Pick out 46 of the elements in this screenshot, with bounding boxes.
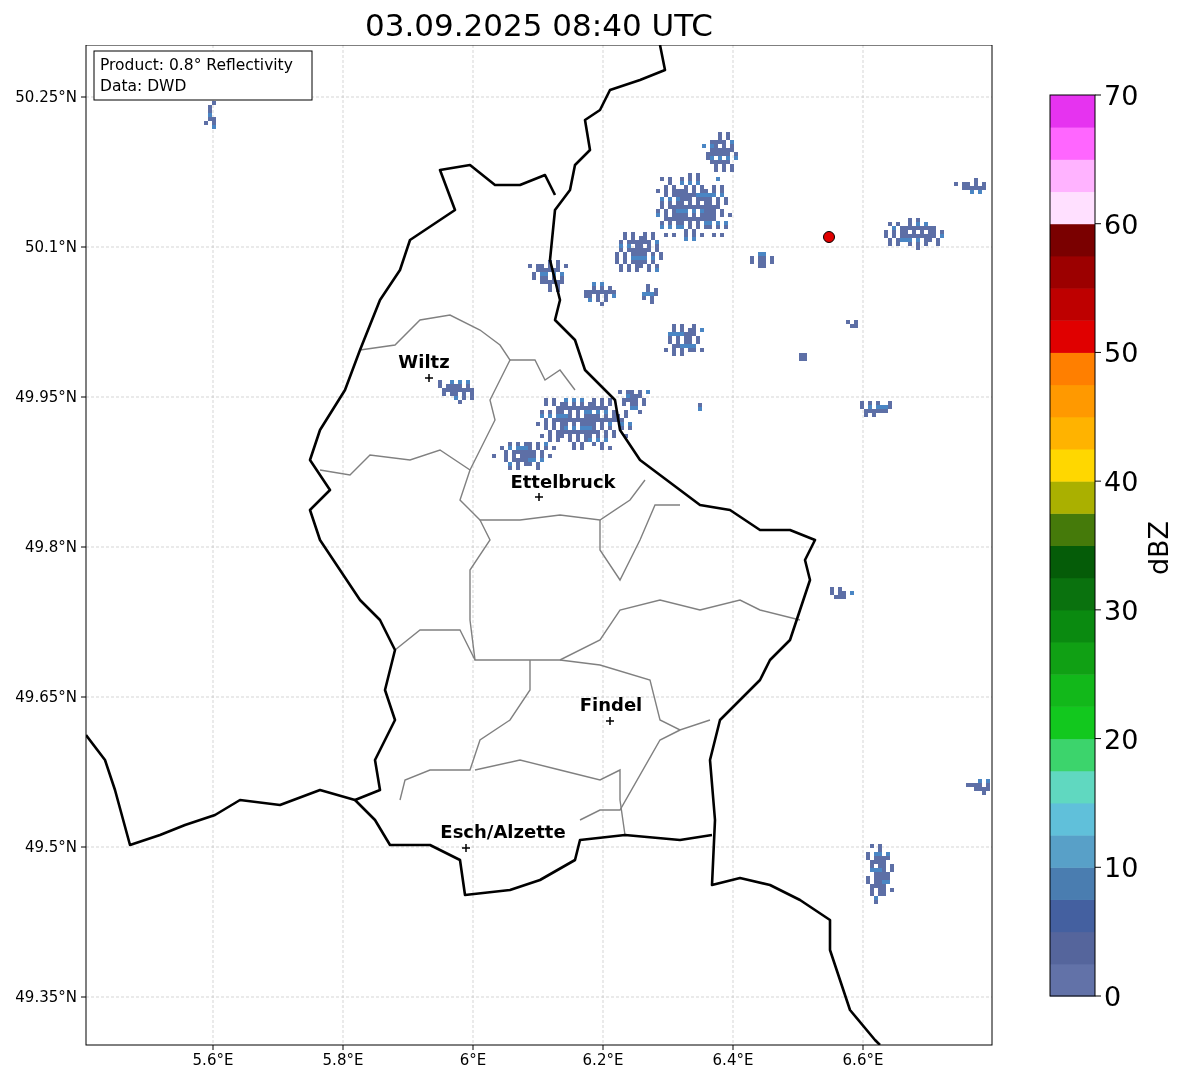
tick-mark <box>732 1044 734 1051</box>
tick-mark <box>212 1044 214 1051</box>
city-label: Wiltz <box>398 351 450 372</box>
colorbar-tick-label: 50 <box>1104 337 1139 369</box>
colorbar-tick-label: 40 <box>1104 466 1139 498</box>
info-text: Data: DWD <box>100 77 187 95</box>
tick-mark <box>342 1044 344 1051</box>
tick-mark <box>80 846 87 848</box>
tick-mark <box>862 1044 864 1051</box>
colorbar-tick-label: 30 <box>1104 594 1139 626</box>
tick-mark <box>602 1044 604 1051</box>
x-tick-label: 5.8°E <box>322 1051 364 1069</box>
tick-mark <box>80 696 87 698</box>
city-marker-icon <box>461 843 471 853</box>
colorbar-tick-label: 10 <box>1104 852 1139 884</box>
city-marker-icon <box>424 373 434 383</box>
y-tick-label: 50.1°N <box>24 238 77 256</box>
tick-mark <box>472 1044 474 1051</box>
colorbar-tick-label: 60 <box>1104 208 1139 240</box>
city-label: Ettelbruck <box>510 471 616 492</box>
chart-title: 03.09.2025 08:40 UTC <box>364 6 714 45</box>
y-tick-label: 49.35°N <box>15 988 77 1006</box>
y-tick-label: 49.95°N <box>15 388 77 406</box>
colorbar-tick-label: 0 <box>1104 981 1122 1012</box>
y-tick-label: 49.8°N <box>24 538 77 556</box>
city-label: Findel <box>579 694 643 715</box>
tick-mark <box>80 96 87 98</box>
city-marker-icon <box>605 716 615 726</box>
tick-mark <box>80 996 87 998</box>
x-tick-label: 6.2°E <box>582 1051 624 1069</box>
colorbar-label: dBZ <box>1143 520 1174 576</box>
tick-mark <box>80 246 87 248</box>
x-tick-label: 6.4°E <box>712 1051 754 1069</box>
x-tick-label: 6°E <box>459 1051 487 1069</box>
colorbar-tick-label: 20 <box>1104 723 1139 755</box>
tick-mark <box>80 546 87 548</box>
tick-mark <box>80 396 87 398</box>
city-marker-icon <box>534 492 544 502</box>
city-label: Esch/Alzette <box>440 821 566 842</box>
y-tick-label: 50.25°N <box>15 88 77 106</box>
y-tick-label: 49.65°N <box>15 688 77 706</box>
colorbar-tick-label: 70 <box>1104 80 1139 111</box>
x-tick-label: 6.6°E <box>842 1051 884 1069</box>
y-tick-label: 49.5°N <box>24 838 77 856</box>
x-tick-label: 5.6°E <box>192 1051 234 1069</box>
info-text: Product: 0.8° Reflectivity <box>100 56 293 74</box>
